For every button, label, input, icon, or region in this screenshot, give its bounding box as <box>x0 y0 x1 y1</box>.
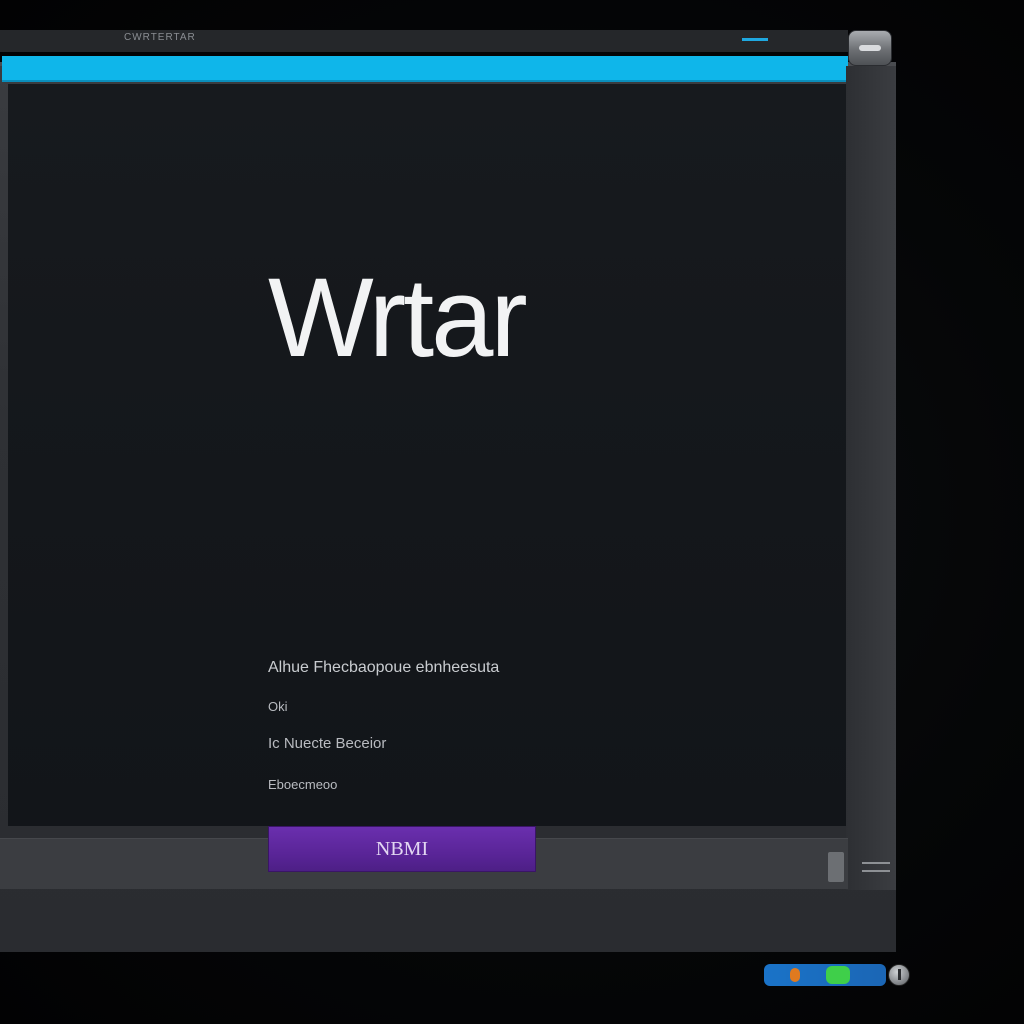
green-indicator-icon[interactable] <box>826 966 850 984</box>
orange-indicator-icon[interactable] <box>790 968 800 982</box>
desktop: CWRTERTAR Wrtar Alhue Fhecbaopoue ebnhee… <box>0 0 1024 1024</box>
titlebar-accent-mark <box>742 38 768 41</box>
window-control-button[interactable] <box>848 30 892 66</box>
info-line: Oki <box>268 699 288 714</box>
menu-lines-icon[interactable] <box>862 862 890 872</box>
system-tray <box>764 964 886 986</box>
info-line: Ic Nuecte Beceior <box>268 735 387 752</box>
power-icon[interactable] <box>888 964 910 986</box>
submit-button[interactable]: NBMI <box>268 826 536 872</box>
info-line: Alhue Fhecbaopoue ebnheesuta <box>268 659 500 676</box>
window-titlebar[interactable]: CWRTERTAR <box>0 30 848 52</box>
resize-handle-icon[interactable] <box>828 852 844 882</box>
app-title: Wrtar <box>268 255 528 380</box>
window-title: CWRTERTAR <box>124 32 196 43</box>
window-side-rail <box>846 66 896 890</box>
main-content-area <box>8 84 846 826</box>
header-accent-bar <box>2 56 848 82</box>
info-line: Eboecmeoo <box>268 777 338 792</box>
